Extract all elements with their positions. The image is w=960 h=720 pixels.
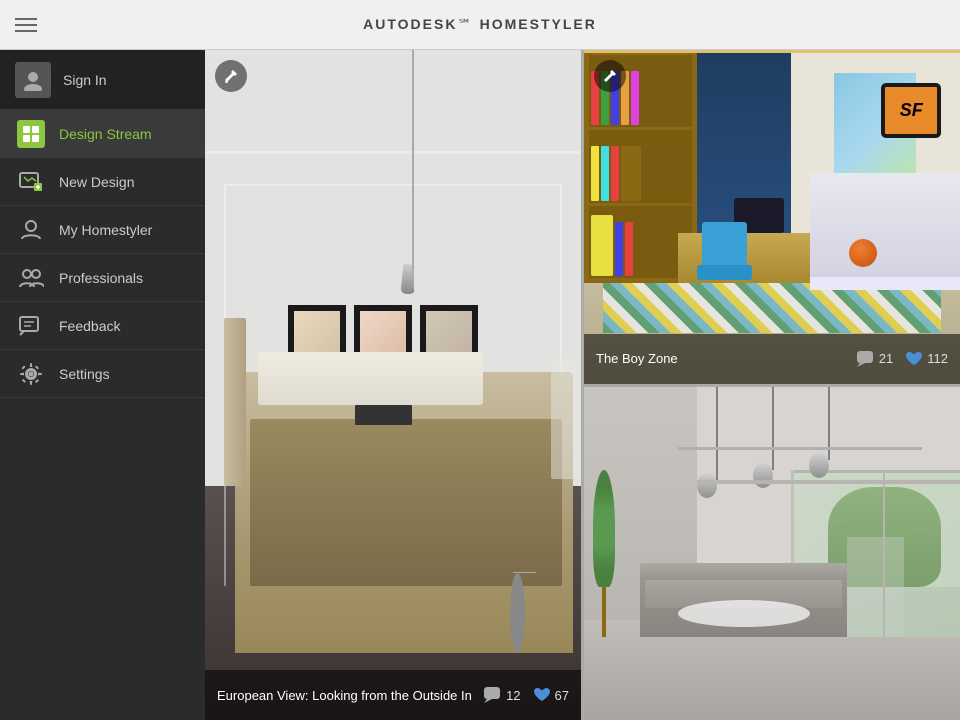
boy-zone-likes: 112: [905, 351, 948, 367]
sidebar-label-feedback: Feedback: [59, 318, 120, 334]
boy-zone-edit-button[interactable]: [594, 60, 626, 92]
sidebar-item-new-design[interactable]: New Design: [0, 158, 205, 206]
design-card-large[interactable]: European View: Looking from the Outside …: [205, 50, 581, 720]
large-card-comments: 12: [484, 687, 520, 703]
sidebar-item-professionals[interactable]: Professionals: [0, 254, 205, 302]
sign-in-label: Sign In: [63, 72, 107, 88]
boy-zone-comments: 21: [857, 351, 893, 367]
sidebar: Sign In Design Stream: [0, 50, 205, 720]
new-design-icon: [15, 166, 47, 198]
sidebar-label-my-homestyler: My Homestyler: [59, 222, 152, 238]
app-title-prefix: AUTODESK: [363, 16, 457, 32]
large-card-title: European View: Looking from the Outside …: [217, 688, 484, 703]
sidebar-label-professionals: Professionals: [59, 270, 143, 286]
main-content: European View: Looking from the Outside …: [205, 50, 960, 720]
sidebar-label-settings: Settings: [59, 366, 110, 382]
boy-zone-card-stats: 21 112: [857, 351, 948, 367]
menu-button[interactable]: [15, 18, 37, 32]
design-card-boy-zone[interactable]: SF The Boy Zone: [584, 50, 960, 384]
settings-icon: [15, 358, 47, 390]
bedroom-scene: [205, 50, 581, 720]
avatar: [15, 62, 51, 98]
card-edit-button[interactable]: [215, 60, 247, 92]
app-header: AUTODESK℠ HOMESTYLER: [0, 0, 960, 50]
sidebar-item-settings[interactable]: Settings: [0, 350, 205, 398]
sidebar-item-feedback[interactable]: Feedback: [0, 302, 205, 350]
my-homestyler-icon: [15, 214, 47, 246]
sidebar-item-my-homestyler[interactable]: My Homestyler: [0, 206, 205, 254]
sign-in-button[interactable]: Sign In: [0, 50, 205, 110]
boy-zone-card-overlay: The Boy Zone 21 112: [584, 334, 960, 384]
app-title-suffix: HOMESTYLER: [480, 16, 597, 32]
large-card-stats: 12 67: [484, 687, 569, 703]
feedback-icon: [15, 310, 47, 342]
large-card-likes: 67: [533, 687, 569, 703]
boy-zone-card-title: The Boy Zone: [596, 351, 857, 366]
large-card-overlay: European View: Looking from the Outside …: [205, 670, 581, 720]
design-card-modern[interactable]: [584, 387, 960, 720]
sidebar-label-new-design: New Design: [59, 174, 134, 190]
sidebar-item-design-stream[interactable]: Design Stream: [0, 110, 205, 158]
sidebar-label-design-stream: Design Stream: [59, 126, 152, 142]
modern-scene: [584, 387, 960, 720]
design-stream-icon: [15, 118, 47, 150]
sf-logo: SF: [881, 83, 941, 138]
professionals-icon: [15, 262, 47, 294]
app-title: AUTODESK℠ HOMESTYLER: [363, 16, 597, 33]
